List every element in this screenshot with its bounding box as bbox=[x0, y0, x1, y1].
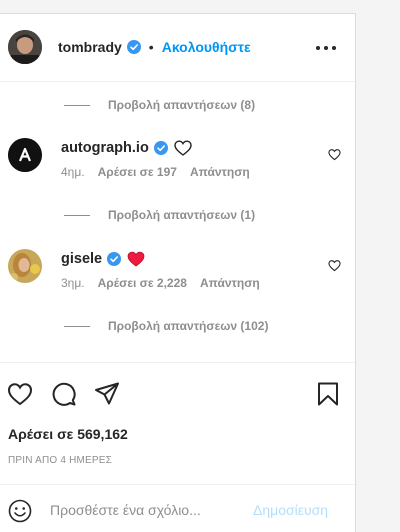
replies-divider bbox=[64, 325, 90, 327]
white-heart-emoji-icon bbox=[174, 140, 192, 156]
view-replies-button[interactable]: Προβολή απαντήσεων (1) bbox=[64, 208, 255, 222]
avatar[interactable] bbox=[8, 30, 42, 64]
bookmark-icon[interactable] bbox=[315, 381, 341, 407]
replies-divider bbox=[64, 104, 90, 106]
follow-button[interactable]: Ακολουθήστε bbox=[162, 39, 251, 55]
comment-icon[interactable] bbox=[51, 381, 77, 407]
header-user: tombrady • Ακολουθήστε bbox=[58, 39, 251, 55]
post-actions bbox=[0, 362, 355, 422]
verified-icon bbox=[107, 252, 122, 266]
view-replies-label: Προβολή απαντήσεων (102) bbox=[108, 319, 269, 333]
comment-header: gisele bbox=[61, 251, 145, 267]
post-panel: tombrady • Ακολουθήστε Προβολή απαντήσεω… bbox=[0, 13, 356, 532]
like-heart-icon[interactable] bbox=[7, 381, 33, 407]
verified-icon bbox=[126, 40, 141, 54]
likes-count[interactable]: Αρέσει σε 569,162 bbox=[8, 426, 128, 442]
comment-username[interactable]: gisele bbox=[61, 251, 102, 267]
post-header: tombrady • Ακολουθήστε bbox=[0, 14, 355, 82]
reply-button[interactable]: Απάντηση bbox=[200, 276, 260, 290]
avatar[interactable] bbox=[8, 249, 42, 283]
post-timestamp[interactable]: ΠΡΙΝ ΑΠΟ 4 ΗΜΕΡΕΣ bbox=[8, 455, 112, 466]
comment-time: 4ημ. bbox=[61, 165, 85, 179]
comment-meta: 3ημ. Αρέσει σε 2,228 Απάντηση bbox=[61, 276, 260, 290]
comment-item: gisele 3ημ. Αρέσει σε 2,228 Απάντηση bbox=[0, 249, 355, 299]
view-replies-button[interactable]: Προβολή απαντήσεων (102) bbox=[64, 319, 268, 333]
view-replies-label: Προβολή απαντήσεων (1) bbox=[108, 208, 256, 222]
comment-time: 3ημ. bbox=[61, 276, 85, 290]
separator-dot: • bbox=[148, 39, 154, 55]
view-replies-button[interactable]: Προβολή απαντήσεων (8) bbox=[64, 98, 255, 112]
more-options-icon[interactable] bbox=[314, 38, 338, 58]
comment-item: autograph.io 4ημ. Αρέσει σε 197 Απάντηση bbox=[0, 138, 355, 188]
comment-meta: 4ημ. Αρέσει σε 197 Απάντηση bbox=[61, 165, 250, 179]
comment-composer: Δημοσίευση bbox=[0, 484, 355, 532]
author-username[interactable]: tombrady bbox=[58, 39, 122, 55]
like-comment-heart-icon[interactable] bbox=[328, 259, 341, 272]
reply-button[interactable]: Απάντηση bbox=[190, 165, 250, 179]
avatar[interactable] bbox=[8, 138, 42, 172]
comment-username[interactable]: autograph.io bbox=[61, 140, 149, 156]
comment-likes[interactable]: Αρέσει σε 2,228 bbox=[98, 276, 187, 290]
emoji-smile-icon[interactable] bbox=[8, 499, 32, 523]
share-send-icon[interactable] bbox=[94, 381, 120, 407]
red-heart-emoji-icon bbox=[127, 251, 145, 267]
replies-divider bbox=[64, 214, 90, 216]
post-comment-button[interactable]: Δημοσίευση bbox=[253, 502, 328, 518]
comment-likes[interactable]: Αρέσει σε 197 bbox=[98, 165, 177, 179]
comment-input[interactable] bbox=[50, 498, 240, 522]
verified-icon bbox=[153, 141, 168, 155]
like-comment-heart-icon[interactable] bbox=[328, 148, 341, 161]
view-replies-label: Προβολή απαντήσεων (8) bbox=[108, 98, 256, 112]
comment-header: autograph.io bbox=[61, 140, 192, 156]
